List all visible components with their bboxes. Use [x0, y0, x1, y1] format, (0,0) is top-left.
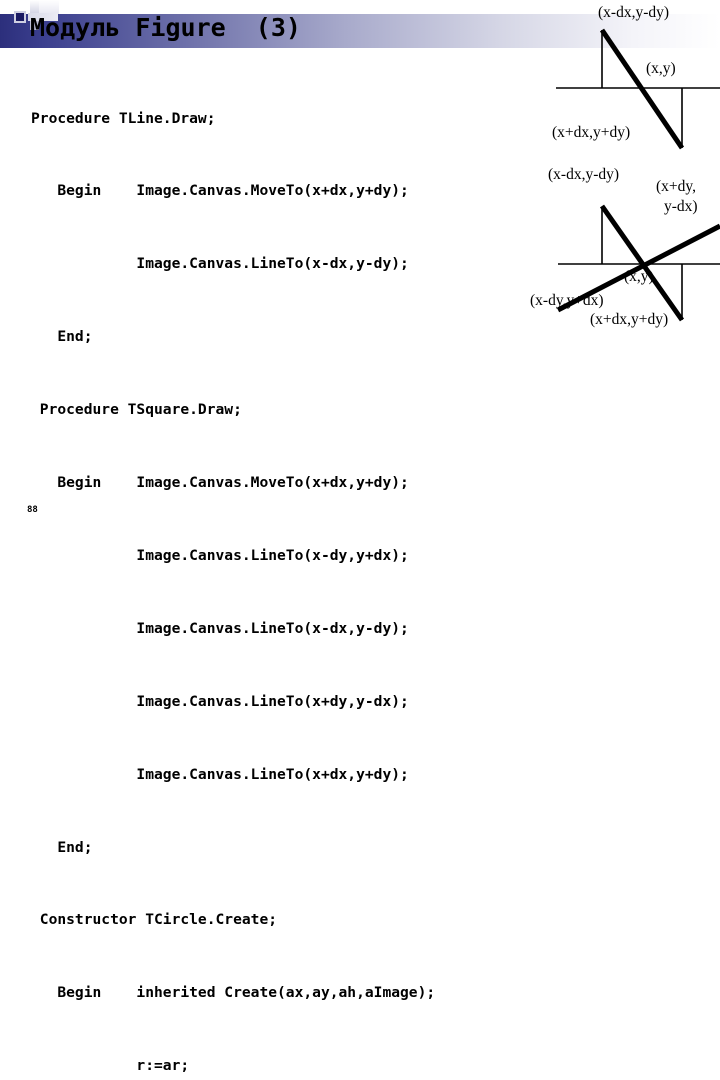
- code-line: Procedure TLine.Draw;: [31, 109, 216, 127]
- label-end-point: (x+dx,y+dy): [552, 124, 631, 141]
- label-top-left-point: (x-dx,y-dy): [548, 166, 620, 183]
- page-number: 88: [27, 505, 38, 515]
- code-line: End;: [31, 328, 93, 346]
- code-line: r:=ar;: [31, 1057, 190, 1075]
- code-line: Begin Image.Canvas.MoveTo(x+dx,y+dy);: [31, 182, 409, 200]
- page-title: Модуль Figure (3): [30, 13, 301, 42]
- code-line: Procedure TSquare.Draw;: [31, 401, 242, 419]
- label-bottom-left-point: (x-dy,y+dx): [530, 292, 604, 309]
- label-bottom-right-point: (x+dx,y+dy): [590, 311, 669, 328]
- diagonal-line-primary: [599, 204, 685, 322]
- label-start-point: (x-dx,y-dy): [598, 4, 670, 21]
- code-line: Image.Canvas.LineTo(x+dx,y+dy);: [31, 765, 409, 783]
- label-center-point: (x,y): [646, 60, 676, 77]
- code-line: End;: [31, 838, 93, 856]
- code-line: Constructor TCircle.Create;: [31, 911, 278, 929]
- code-line: Image.Canvas.LineTo(x-dx,y-dy);: [31, 619, 409, 637]
- diagram-square-figure: (x-dx,y-dy) (x+dy, y-dx) (x,y) (x-dy,y+d…: [528, 166, 720, 332]
- code-line: Begin inherited Create(ax,ay,ah,aImage);: [31, 984, 436, 1002]
- label-top-right-point-line2: y-dx): [664, 198, 698, 215]
- pascal-code-block: Procedure TLine.Draw; Begin Image.Canvas…: [31, 58, 505, 1080]
- code-line: Image.Canvas.LineTo(x-dy,y+dx);: [31, 546, 409, 564]
- title-decoration-square-icon: [16, 13, 24, 21]
- title-decoration-vertical-bar-light: [39, 0, 59, 14]
- code-line: Image.Canvas.LineTo(x-dx,y-dy);: [31, 255, 409, 273]
- diagram-line-figure: (x-dx,y-dy) (x,y) (x+dx,y+dy): [552, 2, 720, 162]
- code-line: Image.Canvas.LineTo(x+dy,y-dx);: [31, 692, 409, 710]
- code-line: Begin Image.Canvas.MoveTo(x+dx,y+dy);: [31, 474, 409, 492]
- label-center-point: (x,y): [624, 268, 654, 285]
- label-top-right-point-line1: (x+dy,: [656, 178, 697, 195]
